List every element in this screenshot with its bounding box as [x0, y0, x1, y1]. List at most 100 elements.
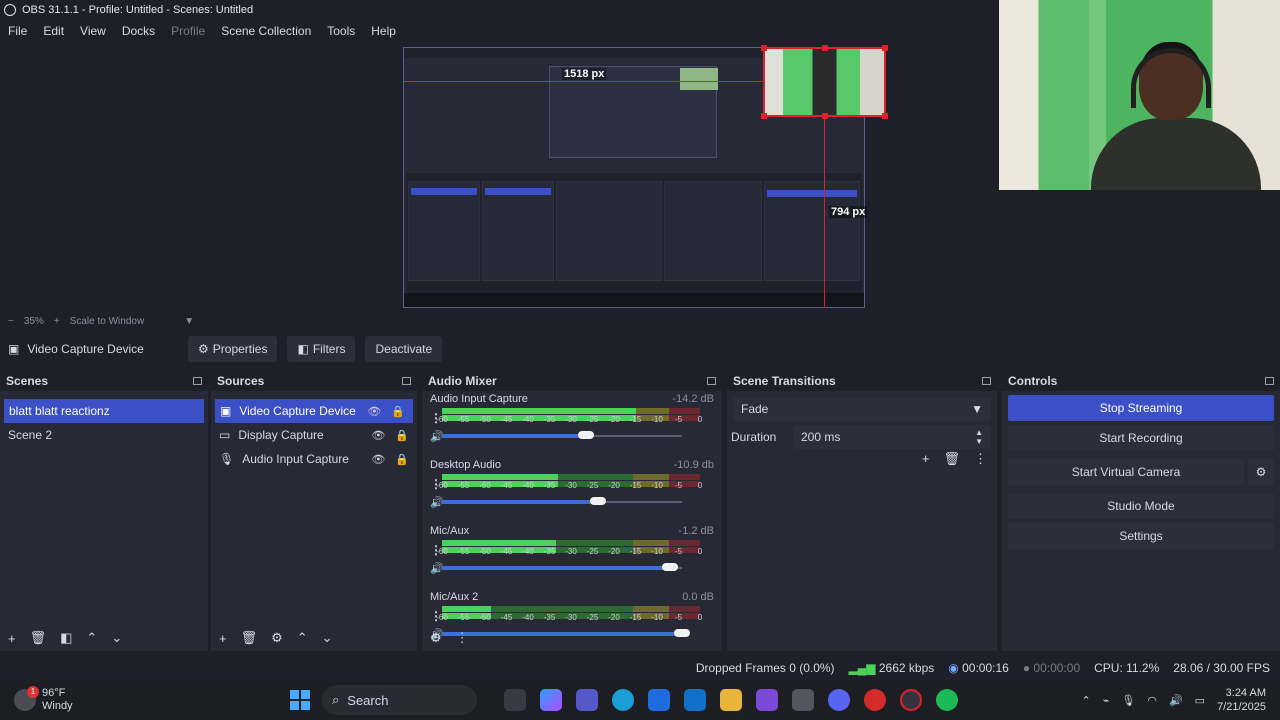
lock-icon[interactable]: 🔒	[391, 405, 405, 418]
lock-icon[interactable]: 🔒	[395, 453, 409, 466]
volume-knob[interactable]	[662, 563, 678, 571]
resize-handle[interactable]	[761, 45, 767, 51]
resize-handle[interactable]	[882, 113, 888, 119]
windows-start-icon[interactable]	[290, 690, 310, 710]
discord-icon[interactable]	[828, 689, 850, 711]
tick-label: -35	[543, 613, 556, 622]
scale-mode-select[interactable]: Scale to Window	[70, 316, 144, 327]
settings-button[interactable]: Settings	[1008, 523, 1274, 549]
lock-icon[interactable]: 🔒	[395, 429, 409, 442]
task-view-icon[interactable]	[504, 689, 526, 711]
undock-icon[interactable]	[193, 377, 202, 385]
obs-taskbar-icon[interactable]	[900, 689, 922, 711]
add-source-icon[interactable]: +	[219, 631, 227, 646]
menu-tools[interactable]: Tools	[319, 24, 363, 38]
tray-overflow-icon[interactable]: ⌃	[1082, 694, 1091, 707]
filters-button[interactable]: ◧ Filters	[287, 336, 356, 362]
file-explorer-icon[interactable]	[720, 689, 742, 711]
gear-icon[interactable]: ⚙	[271, 630, 283, 646]
menu-scene-collection[interactable]: Scene Collection	[213, 24, 319, 38]
transition-select[interactable]: Fade ▼	[733, 397, 991, 421]
edge-icon[interactable]	[612, 689, 634, 711]
volume-slider[interactable]	[442, 431, 682, 439]
menu-profile[interactable]: Profile	[163, 24, 213, 38]
move-down-icon[interactable]: ⌄	[111, 630, 122, 646]
kebab-menu-icon[interactable]: ⋮	[430, 477, 442, 491]
camera-app-icon[interactable]	[792, 689, 814, 711]
resize-handle[interactable]	[822, 113, 828, 119]
copilot-icon[interactable]	[540, 689, 562, 711]
kebab-menu-icon[interactable]: ⋮	[430, 543, 442, 557]
menu-help[interactable]: Help	[363, 24, 404, 38]
add-scene-icon[interactable]: +	[8, 631, 16, 646]
trash-icon[interactable]: 🗑	[943, 451, 960, 467]
deactivate-button[interactable]: Deactivate	[365, 336, 443, 362]
menu-view[interactable]: View	[72, 24, 114, 38]
video-editor-icon[interactable]	[756, 689, 778, 711]
weather-widget[interactable]: 1 96°F Windy	[0, 686, 290, 713]
source-label: Video Capture Device	[239, 404, 356, 418]
source-item[interactable]: ▣ Video Capture Device 👁 🔒	[215, 399, 413, 423]
volume-knob[interactable]	[590, 497, 606, 505]
resize-handle[interactable]	[882, 45, 888, 51]
gear-icon[interactable]: ⚙	[430, 630, 442, 646]
undock-icon[interactable]	[402, 377, 411, 385]
trash-icon[interactable]: 🗑	[30, 630, 47, 646]
undock-icon[interactable]	[1265, 377, 1274, 385]
resize-handle[interactable]	[822, 45, 828, 51]
selected-source-box[interactable]	[761, 45, 888, 119]
eye-icon[interactable]: 👁	[371, 453, 385, 466]
move-up-icon[interactable]: ⌃	[297, 630, 308, 646]
volume-slider[interactable]	[442, 563, 682, 571]
spin-arrows-icon[interactable]: ▲ ▼	[975, 428, 983, 446]
battery-icon[interactable]: ▭	[1195, 694, 1205, 707]
resize-handle[interactable]	[761, 113, 767, 119]
meter-ticks: -60 -55 -50 -45 -40 -35 -30 -25 -20 -15 -10 -5 0	[436, 475, 702, 490]
mixer-channel: Mic/Aux -1.2 dB -60 -55 -50 -45 -40 -35 -30 -25 -2…	[422, 523, 722, 589]
volume-knob[interactable]	[578, 431, 594, 439]
wifi-icon[interactable]: ◠	[1147, 694, 1157, 707]
chevron-down-icon[interactable]: ▼	[184, 316, 194, 327]
start-virtual-camera-button[interactable]: Start Virtual Camera	[1008, 459, 1244, 485]
eye-icon[interactable]: 👁	[367, 405, 381, 418]
studio-mode-button[interactable]: Studio Mode	[1008, 493, 1274, 519]
zoom-out-button[interactable]: −	[8, 316, 14, 327]
virtual-camera-settings-button[interactable]: ⚙	[1248, 459, 1274, 485]
trash-icon[interactable]: 🗑	[241, 630, 258, 646]
source-item[interactable]: 🎙 Audio Input Capture 👁 🔒	[211, 447, 417, 471]
scene-filters-icon[interactable]: ◧	[60, 630, 72, 646]
taskbar-search[interactable]: ⌕ Search	[322, 685, 477, 715]
microphone-tray-icon[interactable]: 🎙	[1121, 694, 1135, 707]
zoom-in-button[interactable]: +	[54, 316, 60, 327]
scene-item[interactable]: Scene 2	[0, 423, 208, 447]
move-up-icon[interactable]: ⌃	[86, 630, 97, 646]
dropbox-icon[interactable]	[648, 689, 670, 711]
volume-icon[interactable]: 🔊	[1169, 694, 1183, 707]
source-item[interactable]: ▭ Display Capture 👁 🔒	[211, 423, 417, 447]
window-title: OBS 31.1.1 - Profile: Untitled - Scenes:…	[22, 4, 254, 16]
spotify-icon[interactable]	[936, 689, 958, 711]
stop-streaming-button[interactable]: Stop Streaming	[1008, 395, 1274, 421]
add-transition-icon[interactable]: +	[922, 451, 930, 467]
menu-edit[interactable]: Edit	[35, 24, 72, 38]
move-down-icon[interactable]: ⌄	[322, 630, 333, 646]
kebab-menu-icon[interactable]: ⋮	[974, 451, 987, 467]
menu-docks[interactable]: Docks	[114, 24, 163, 38]
scene-item[interactable]: blatt blatt reactionz	[4, 399, 204, 423]
kebab-menu-icon[interactable]: ⋮	[456, 630, 469, 646]
duration-spinbox[interactable]: 200 ms ▲ ▼	[793, 425, 991, 449]
menu-file[interactable]: File	[0, 24, 35, 38]
volume-slider[interactable]	[442, 497, 682, 505]
undock-icon[interactable]	[982, 377, 991, 385]
undock-icon[interactable]	[707, 377, 716, 385]
opera-icon[interactable]	[864, 689, 886, 711]
properties-button[interactable]: ⚙ Properties	[188, 336, 278, 362]
teams-icon[interactable]	[576, 689, 598, 711]
kebab-menu-icon[interactable]: ⋮	[430, 411, 442, 425]
eye-icon[interactable]: 👁	[371, 429, 385, 442]
kebab-menu-icon[interactable]: ⋮	[430, 609, 442, 623]
start-recording-button[interactable]: Start Recording	[1008, 425, 1274, 451]
network-tray-icon[interactable]: ⌁	[1103, 694, 1110, 707]
taskbar-clock[interactable]: 3:24 AM 7/21/2025	[1217, 686, 1266, 714]
outlook-icon[interactable]	[684, 689, 706, 711]
